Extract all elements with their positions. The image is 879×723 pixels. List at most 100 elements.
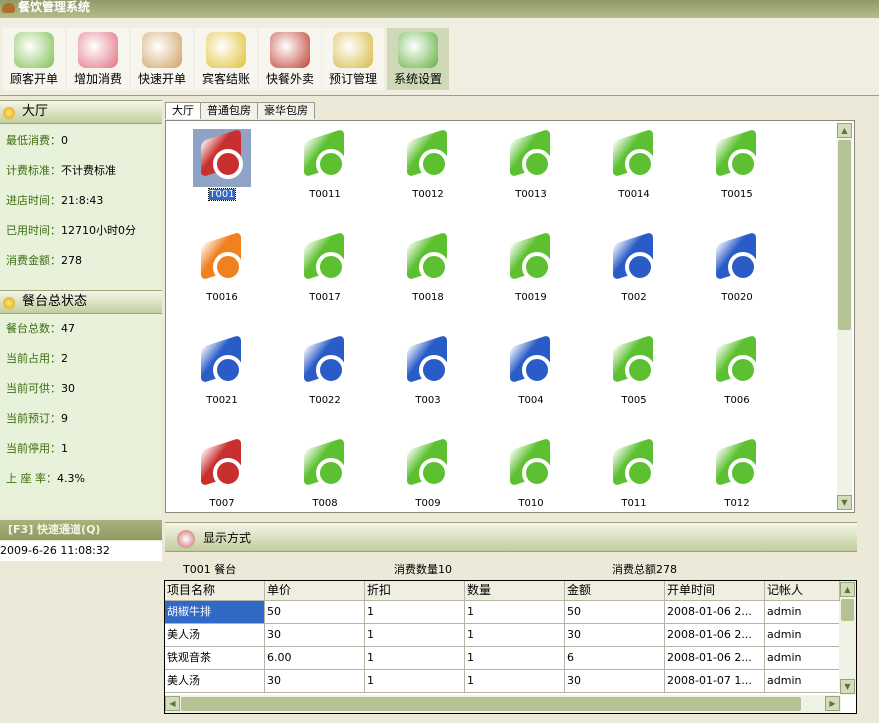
info-value: 4.3% — [57, 472, 85, 485]
table-cell: 30 — [265, 670, 365, 693]
scroll-thumb[interactable] — [841, 599, 854, 621]
info-row: 当前预订：9 — [0, 404, 162, 434]
table-occupied-icon — [193, 128, 251, 187]
info-row: 进店时间：21:8:43 — [0, 186, 162, 216]
dining-table-T0013[interactable]: T0013 — [486, 128, 576, 200]
toolbar-button-label: 快餐外卖 — [265, 72, 314, 86]
column-header[interactable]: 项目名称 — [165, 581, 265, 601]
info-row: 当前占用：2 — [0, 344, 162, 374]
table-label: T0017 — [309, 292, 341, 303]
info-label: 当前停用： — [6, 442, 61, 455]
toolbar-button-6[interactable]: 预订管理 — [322, 28, 384, 90]
scroll-up-button[interactable]: ▲ — [837, 123, 852, 138]
table-disabled-icon — [193, 231, 251, 290]
table-free-icon — [296, 231, 354, 290]
column-header[interactable]: 记帐人 — [765, 581, 840, 601]
table-cell: admin — [765, 624, 840, 647]
scroll-down-button[interactable]: ▼ — [840, 679, 855, 694]
dollar-arrow-icon — [206, 32, 246, 68]
dining-table-T0020[interactable]: T0020 — [692, 231, 782, 303]
dining-table-T005[interactable]: T005 — [589, 334, 679, 406]
table-cell: 1 — [465, 624, 565, 647]
scroll-up-button[interactable]: ▲ — [840, 582, 855, 597]
table-cell: 1 — [365, 647, 465, 670]
table-map-panel: 大厅 普通包房 豪华包房 ▲ ▼ T001 T0011 T0012 T0013 T0014 T… — [165, 100, 855, 516]
column-header[interactable]: 折扣 — [365, 581, 465, 601]
table-cell: 30 — [565, 624, 665, 647]
dining-table-T004[interactable]: T004 — [486, 334, 576, 406]
table-label: T0020 — [721, 292, 753, 303]
dining-table-T009[interactable]: T009 — [383, 437, 473, 509]
toolbar-button-5[interactable]: 快餐外卖 — [259, 28, 321, 90]
table-free-icon — [502, 231, 560, 290]
dining-table-T0018[interactable]: T0018 — [383, 231, 473, 303]
grid-scrollbar[interactable]: ▲ ▼ — [837, 123, 852, 510]
dining-table-T008[interactable]: T008 — [280, 437, 370, 509]
tab-1[interactable]: 大厅 — [165, 102, 201, 119]
dining-table-T0019[interactable]: T0019 — [486, 231, 576, 303]
table-cell: 1 — [365, 624, 465, 647]
dining-table-T011[interactable]: T011 — [589, 437, 679, 509]
dining-table-T003[interactable]: T003 — [383, 334, 473, 406]
table-row[interactable]: 美人汤 30 1 1 30 2008-01-06 2... admin — [165, 624, 840, 647]
table-label: T0021 — [206, 395, 238, 406]
dining-table-T0015[interactable]: T0015 — [692, 128, 782, 200]
table-label: T0011 — [309, 189, 341, 200]
dining-table-T012[interactable]: T012 — [692, 437, 782, 509]
dining-table-T007[interactable]: T007 — [177, 437, 267, 509]
scroll-right-button[interactable]: ▶ — [825, 696, 840, 711]
table-free-icon — [708, 128, 766, 187]
column-header[interactable]: 开单时间 — [665, 581, 765, 601]
order-vscrollbar[interactable]: ▲ ▼ — [839, 581, 856, 695]
table-reserved-icon — [708, 231, 766, 290]
hscroll-thumb[interactable] — [181, 697, 801, 711]
dining-table-T0022[interactable]: T0022 — [280, 334, 370, 406]
dining-table-T0021[interactable]: T0021 — [177, 334, 267, 406]
dining-table-T010[interactable]: T010 — [486, 437, 576, 509]
table-cell: 6 — [565, 647, 665, 670]
toolbar-button-4[interactable]: 宾客结账 — [195, 28, 257, 90]
dining-table-T001[interactable]: T001 — [177, 128, 267, 201]
table-row[interactable]: 美人汤 30 1 1 30 2008-01-07 1... admin — [165, 670, 840, 693]
column-header[interactable]: 数量 — [465, 581, 565, 601]
table-label: T0016 — [206, 292, 238, 303]
table-reserved-icon — [193, 334, 251, 393]
tab-3[interactable]: 豪华包房 — [257, 102, 315, 119]
toolbar-button-2[interactable]: 增加消费 — [67, 28, 129, 90]
toolbar-button-7[interactable]: 系统设置 — [387, 28, 449, 90]
table-free-icon — [399, 128, 457, 187]
info-label: 当前占用： — [6, 352, 61, 365]
toolbar-button-1[interactable]: 顾客开单 — [3, 28, 65, 90]
quick-access-button[interactable]: [F3] 快速通道(Q) — [0, 520, 162, 540]
column-header[interactable]: 单价 — [265, 581, 365, 601]
dining-table-T0012[interactable]: T0012 — [383, 128, 473, 200]
dining-table-T006[interactable]: T006 — [692, 334, 782, 406]
scroll-down-button[interactable]: ▼ — [837, 495, 852, 510]
toolbar-button-3[interactable]: 快速开单 — [131, 28, 193, 90]
toolbar-button-label: 系统设置 — [393, 72, 442, 86]
info-label: 最低消费： — [6, 134, 61, 147]
info-value: 不计费标准 — [61, 164, 116, 177]
column-header[interactable]: 金额 — [565, 581, 665, 601]
scroll-left-button[interactable]: ◀ — [165, 696, 180, 711]
table-cell: 30 — [565, 670, 665, 693]
info-value: 2 — [61, 352, 68, 365]
display-mode-title: 显示方式 — [203, 531, 252, 545]
title-bar: 餐饮管理系统 — [0, 0, 879, 18]
dining-table-T002[interactable]: T002 — [589, 231, 679, 303]
scroll-thumb[interactable] — [838, 140, 851, 330]
table-free-icon — [605, 128, 663, 187]
tab-2[interactable]: 普通包房 — [200, 102, 258, 119]
order-hscrollbar[interactable]: ◀ ▶ — [165, 695, 841, 713]
dining-table-T0016[interactable]: T0016 — [177, 231, 267, 303]
dining-table-T0017[interactable]: T0017 — [280, 231, 370, 303]
dining-table-T0011[interactable]: T0011 — [280, 128, 370, 200]
table-label: T0012 — [412, 189, 444, 200]
add-icon — [78, 32, 118, 68]
dining-table-T0014[interactable]: T0014 — [589, 128, 679, 200]
table-row[interactable]: 胡椒牛排 50 1 1 50 2008-01-06 2... admin — [165, 601, 840, 624]
takeaway-icon — [270, 32, 310, 68]
table-label: T004 — [518, 395, 544, 406]
table-row[interactable]: 铁观音茶 6.00 1 1 6 2008-01-06 2... admin — [165, 647, 840, 670]
section-title: 大厅 — [22, 104, 49, 119]
